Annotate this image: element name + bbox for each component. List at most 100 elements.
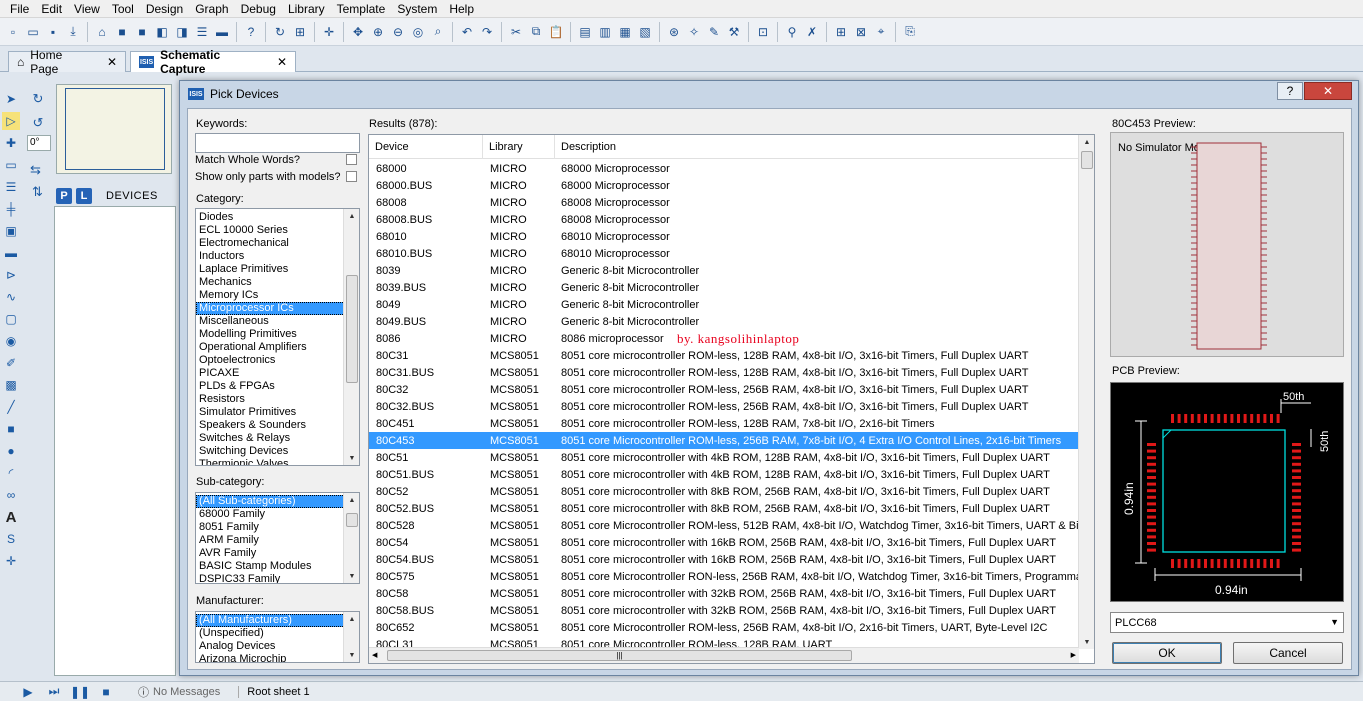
menu-library[interactable]: Library: [282, 2, 331, 16]
block-rotate-icon[interactable]: ▦: [616, 23, 634, 41]
subcategory-item[interactable]: AVR Family: [196, 547, 359, 560]
text-script-icon[interactable]: ☰: [2, 178, 20, 196]
subcategory-item[interactable]: (All Sub-categories): [196, 495, 359, 508]
packaging-icon[interactable]: ✎: [705, 23, 723, 41]
tab-home-page[interactable]: ⌂ Home Page ✕: [8, 48, 126, 76]
category-scrollbar[interactable]: ▲ ▼: [343, 209, 359, 465]
category-item[interactable]: Memory ICs: [196, 289, 359, 302]
table-row[interactable]: 80C32.BUS MCS8051 8051 core microcontrolle…: [369, 398, 1079, 415]
manufacturer-scrollbar[interactable]: ▲ ▼: [343, 612, 359, 662]
category-item[interactable]: Thermionic Valves: [196, 458, 359, 465]
help-icon[interactable]: ?: [242, 23, 260, 41]
pick-device-icon[interactable]: ⊛: [665, 23, 683, 41]
zoom-in-icon[interactable]: ⊕: [369, 23, 387, 41]
redo-icon[interactable]: ↷: [478, 23, 496, 41]
terminals-icon[interactable]: ▬: [2, 244, 20, 262]
goto-sheet-icon[interactable]: ⌖: [872, 23, 890, 41]
show-only-models-checkbox[interactable]: [346, 171, 357, 182]
table-row[interactable]: 80C652 MCS8051 8051 core Microcontroller R…: [369, 619, 1079, 636]
block-delete-icon[interactable]: ▧: [636, 23, 654, 41]
category-item[interactable]: Optoelectronics: [196, 354, 359, 367]
subcategory-scrollbar[interactable]: ▲ ▼: [343, 493, 359, 583]
help-button[interactable]: ?: [1277, 82, 1303, 100]
menu-graph[interactable]: Graph: [189, 2, 234, 16]
marker-icon[interactable]: ✛: [2, 552, 20, 570]
device-pins-icon[interactable]: ⊳: [2, 266, 20, 284]
category-item[interactable]: Switches & Relays: [196, 432, 359, 445]
table-row[interactable]: 80C31 MCS8051 8051 core microcontroller RO…: [369, 347, 1079, 364]
manufacturer-item[interactable]: (All Manufacturers): [196, 614, 359, 627]
menu-file[interactable]: File: [4, 2, 35, 16]
table-row[interactable]: 68000 MICRO 68000 Microprocessor: [369, 160, 1079, 177]
wire-label-icon[interactable]: ▭: [2, 156, 20, 174]
circle-icon[interactable]: ●: [2, 442, 20, 460]
refresh-icon[interactable]: ↻: [271, 23, 289, 41]
subcategory-item[interactable]: 8051 Family: [196, 521, 359, 534]
menu-help[interactable]: Help: [443, 2, 480, 16]
scroll-down-icon[interactable]: ▼: [344, 569, 359, 583]
gerber-icon[interactable]: ◨: [173, 23, 191, 41]
results-horizontal-scrollbar[interactable]: ◀ ||| ▶: [369, 647, 1079, 663]
keywords-input[interactable]: [195, 133, 360, 153]
table-row[interactable]: 68008 MICRO 68008 Microprocessor: [369, 194, 1079, 211]
decompose-icon[interactable]: ⚒: [725, 23, 743, 41]
table-row[interactable]: 80C32 MCS8051 8051 core microcontroller RO…: [369, 381, 1079, 398]
wire-autorouter-icon[interactable]: ⊡: [754, 23, 772, 41]
subcircuit-icon[interactable]: ▣: [2, 222, 20, 240]
scroll-down-icon[interactable]: ▼: [344, 648, 359, 662]
table-row[interactable]: 80C52.BUS MCS8051 8051 core microcontrolle…: [369, 500, 1079, 517]
cancel-button[interactable]: Cancel: [1233, 642, 1343, 664]
table-row[interactable]: 80C54 MCS8051 8051 core microcontroller wi…: [369, 534, 1079, 551]
table-row[interactable]: 80C54.BUS MCS8051 8051 core microcontrolle…: [369, 551, 1079, 568]
grid-icon[interactable]: ⊞: [291, 23, 309, 41]
cut-icon[interactable]: ✂: [507, 23, 525, 41]
menu-template[interactable]: Template: [331, 2, 392, 16]
netlist-icon[interactable]: ▬: [213, 23, 231, 41]
symbol-icon[interactable]: S: [2, 530, 20, 548]
paste-icon[interactable]: 📋: [547, 23, 565, 41]
column-device[interactable]: Device: [369, 134, 483, 159]
subcategory-item[interactable]: DSPIC33 Family: [196, 573, 359, 583]
scroll-left-icon[interactable]: ◀: [372, 651, 377, 659]
table-row[interactable]: 80C453 MCS8051 8051 core Microcontroller R…: [369, 432, 1079, 449]
selection-mode-icon[interactable]: ➤: [2, 90, 20, 108]
overview-window[interactable]: [56, 84, 172, 174]
pan-icon[interactable]: ✥: [349, 23, 367, 41]
table-row[interactable]: 80C52 MCS8051 8051 core microcontroller wi…: [369, 483, 1079, 500]
tape-recorder-icon[interactable]: ▢: [2, 310, 20, 328]
netlist-to-ares-icon[interactable]: ⎘: [901, 23, 919, 41]
make-device-icon[interactable]: ✧: [685, 23, 703, 41]
arc-icon[interactable]: ◜: [2, 464, 20, 482]
bus-icon[interactable]: ╪: [2, 200, 20, 218]
column-library[interactable]: Library: [483, 134, 555, 159]
new-file-icon[interactable]: ▫: [4, 23, 22, 41]
table-row[interactable]: 80C31.BUS MCS8051 8051 core microcontrolle…: [369, 364, 1079, 381]
subcategory-item[interactable]: BASIC Stamp Modules: [196, 560, 359, 573]
step-icon[interactable]: ⏭: [44, 684, 64, 699]
results-table[interactable]: Device Library Description 68000 MICRO 680…: [368, 134, 1095, 664]
bom-icon[interactable]: ☰: [193, 23, 211, 41]
scroll-down-icon[interactable]: ▼: [344, 451, 359, 465]
scroll-up-icon[interactable]: ▲: [1079, 135, 1095, 149]
table-row[interactable]: 8039 MICRO Generic 8-bit Microcontroller: [369, 262, 1079, 279]
column-description[interactable]: Description: [555, 135, 1079, 159]
category-item[interactable]: PICAXE: [196, 367, 359, 380]
menu-system[interactable]: System: [391, 2, 443, 16]
search-icon[interactable]: ⚲: [783, 23, 801, 41]
table-row[interactable]: 80C51 MCS8051 8051 core microcontroller wi…: [369, 449, 1079, 466]
table-row[interactable]: 68010 MICRO 68010 Microprocessor: [369, 228, 1079, 245]
scroll-up-icon[interactable]: ▲: [344, 209, 359, 223]
category-item[interactable]: Operational Amplifiers: [196, 341, 359, 354]
save-icon[interactable]: ▪: [44, 23, 62, 41]
close-button[interactable]: ✕: [1304, 82, 1352, 100]
scroll-thumb[interactable]: [346, 513, 358, 527]
close-icon[interactable]: ✕: [107, 55, 117, 69]
category-item[interactable]: Resistors: [196, 393, 359, 406]
category-item[interactable]: Diodes: [196, 211, 359, 224]
category-item[interactable]: Simulator Primitives: [196, 406, 359, 419]
menu-tool[interactable]: Tool: [106, 2, 140, 16]
library-manager-button[interactable]: L: [76, 188, 92, 204]
scroll-thumb[interactable]: [1081, 151, 1093, 169]
scroll-thumb[interactable]: [346, 275, 358, 383]
rotate-anticlockwise-icon[interactable]: ↺: [29, 114, 47, 132]
